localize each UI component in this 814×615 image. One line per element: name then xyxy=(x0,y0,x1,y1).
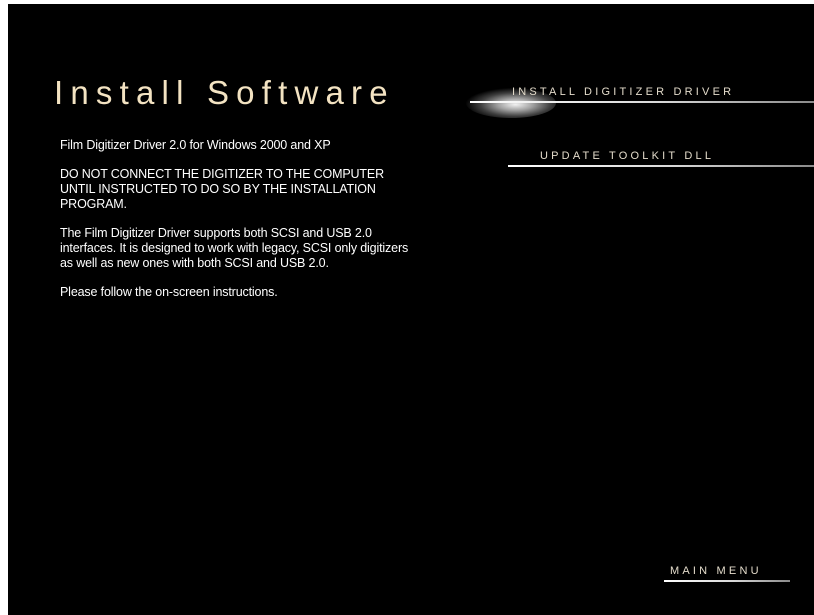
installer-panel: Install Software Film Digitizer Driver 2… xyxy=(8,4,814,615)
instruction-text: Please follow the on-screen instructions… xyxy=(60,285,278,299)
description-text: Film Digitizer Driver 2.0 for Windows 20… xyxy=(60,138,420,314)
update-toolkit-dll-button[interactable]: UPDATE TOOLKIT DLL xyxy=(540,149,714,163)
main-menu-underline xyxy=(664,580,790,582)
page-title: Install Software xyxy=(54,74,395,111)
warning-text: DO NOT CONNECT THE DIGITIZER TO THE COMP… xyxy=(60,167,384,211)
driver-version-text: Film Digitizer Driver 2.0 for Windows 20… xyxy=(60,138,331,152)
app-window: Install Software Film Digitizer Driver 2… xyxy=(0,0,814,615)
main-menu-button[interactable]: MAIN MENU xyxy=(670,564,762,578)
update-toolkit-underline xyxy=(508,165,814,167)
install-driver-underline xyxy=(470,101,814,103)
install-digitizer-driver-button[interactable]: INSTALL DIGITIZER DRIVER xyxy=(512,85,734,99)
interface-support-text: The Film Digitizer Driver supports both … xyxy=(60,226,409,270)
